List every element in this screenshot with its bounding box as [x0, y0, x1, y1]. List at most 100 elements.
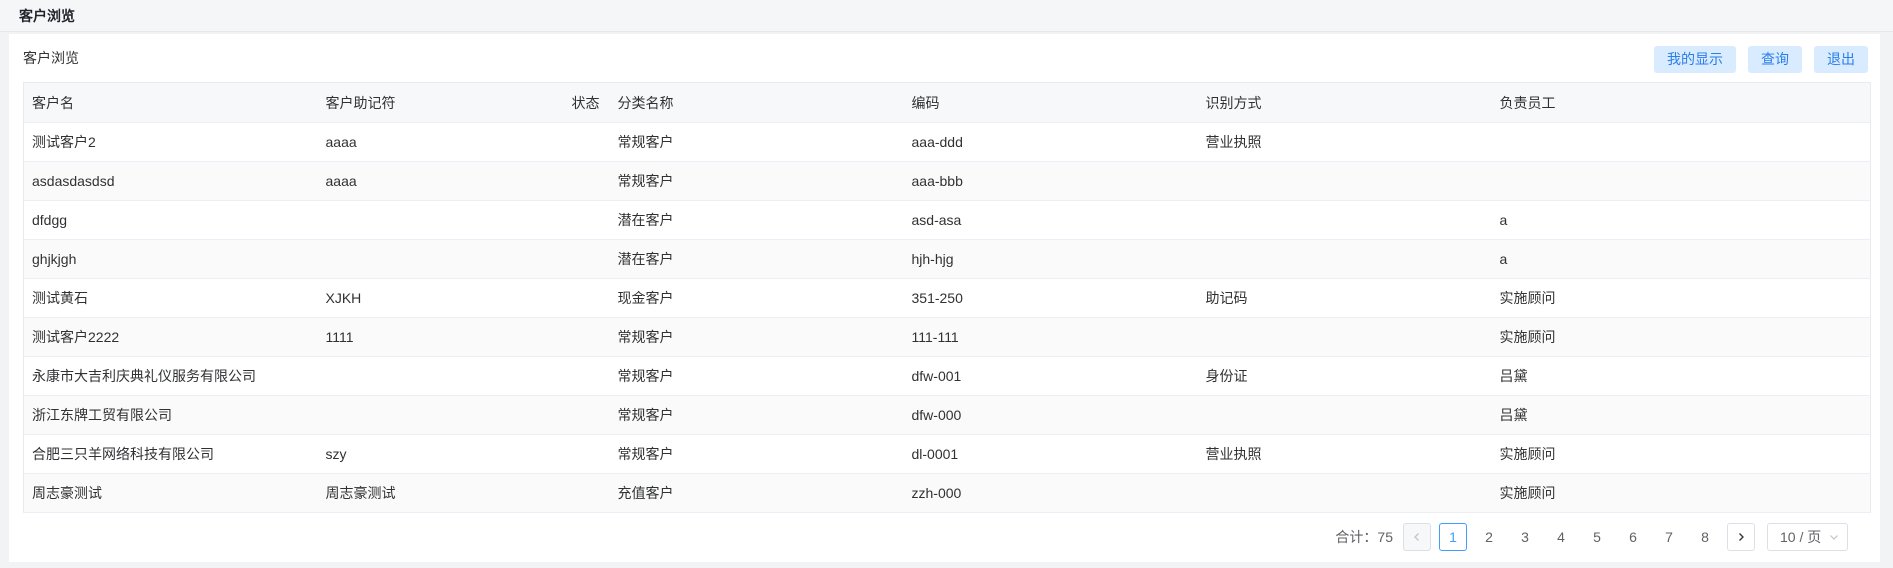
- cell-staff: 实施顾问: [1491, 317, 1871, 357]
- exit-button[interactable]: 退出: [1814, 46, 1868, 73]
- table-row[interactable]: ghjkjgh 潜在客户 hjh-hjg a: [23, 239, 1871, 279]
- query-button[interactable]: 查询: [1748, 46, 1802, 73]
- cell-status: [539, 473, 610, 513]
- cell-status: [539, 161, 610, 201]
- column-header-identification[interactable]: 识别方式: [1197, 82, 1492, 123]
- cell-identification: [1197, 200, 1492, 240]
- next-page-button[interactable]: [1727, 523, 1755, 551]
- page-2[interactable]: 2: [1475, 523, 1503, 551]
- cell-customer-name: 测试客户2: [23, 122, 318, 162]
- cell-customer-name: ghjkjgh: [23, 239, 318, 279]
- page-5[interactable]: 5: [1583, 523, 1611, 551]
- cell-mnemonic: XJKH: [317, 278, 540, 318]
- customer-browse-panel: 客户浏览 我的显示 查询 退出 客户名 客户助记符 状态 分类名称 编码 识别方…: [9, 34, 1880, 562]
- cell-category: 常规客户: [609, 122, 904, 162]
- cell-customer-name: 永康市大吉利庆典礼仪服务有限公司: [23, 356, 318, 396]
- table-row[interactable]: 测试客户2222 1111 常规客户 111-111 实施顾问: [23, 317, 1871, 357]
- cell-mnemonic: [317, 395, 540, 435]
- cell-category: 常规客户: [609, 356, 904, 396]
- cell-category: 充值客户: [609, 473, 904, 513]
- customer-table: 客户名 客户助记符 状态 分类名称 编码 识别方式 负责员工 测试客户2 aaa…: [23, 82, 1871, 513]
- cell-mnemonic: 1111: [317, 317, 540, 357]
- prev-page-button[interactable]: [1403, 523, 1431, 551]
- cell-staff: a: [1491, 200, 1871, 240]
- cell-status: [539, 434, 610, 474]
- cell-mnemonic: aaaa: [317, 161, 540, 201]
- table-row[interactable]: 测试黄石 XJKH 现金客户 351-250 助记码 实施顾问: [23, 278, 1871, 318]
- column-header-customer-name[interactable]: 客户名: [23, 82, 318, 123]
- cell-customer-name: 测试客户2222: [23, 317, 318, 357]
- cell-code: 111-111: [903, 317, 1198, 357]
- cell-customer-name: 测试黄石: [23, 278, 318, 318]
- cell-code: asd-asa: [903, 200, 1198, 240]
- cell-mnemonic: [317, 200, 540, 240]
- table-row[interactable]: dfdgg 潜在客户 asd-asa a: [23, 200, 1871, 240]
- cell-identification: [1197, 317, 1492, 357]
- column-header-code[interactable]: 编码: [903, 82, 1198, 123]
- table-row[interactable]: 永康市大吉利庆典礼仪服务有限公司 常规客户 dfw-001 身份证 吕黛: [23, 356, 1871, 396]
- cell-mnemonic: aaaa: [317, 122, 540, 162]
- cell-identification: 助记码: [1197, 278, 1492, 318]
- cell-identification: 身份证: [1197, 356, 1492, 396]
- page-header: 客户浏览: [0, 0, 1893, 32]
- total-value: 75: [1377, 529, 1393, 545]
- cell-customer-name: asdasdasdsd: [23, 161, 318, 201]
- column-header-mnemonic[interactable]: 客户助记符: [317, 82, 540, 123]
- cell-status: [539, 200, 610, 240]
- chevron-right-icon: [1739, 533, 1744, 541]
- cell-code: dfw-001: [903, 356, 1198, 396]
- my-display-button[interactable]: 我的显示: [1654, 46, 1736, 73]
- toolbar: 我的显示 查询 退出: [1654, 46, 1868, 73]
- page-7[interactable]: 7: [1655, 523, 1683, 551]
- cell-identification: [1197, 473, 1492, 513]
- table-row[interactable]: asdasdasdsd aaaa 常规客户 aaa-bbb: [23, 161, 1871, 201]
- cell-customer-name: 周志豪测试: [23, 473, 318, 513]
- cell-category: 现金客户: [609, 278, 904, 318]
- column-header-staff[interactable]: 负责员工: [1491, 82, 1871, 123]
- cell-staff: 吕黛: [1491, 395, 1871, 435]
- page-4[interactable]: 4: [1547, 523, 1575, 551]
- cell-staff: 吕黛: [1491, 356, 1871, 396]
- cell-category: 常规客户: [609, 395, 904, 435]
- cell-status: [539, 317, 610, 357]
- cell-status: [539, 122, 610, 162]
- page-size-select[interactable]: 10 / 页: [1767, 523, 1848, 551]
- cell-category: 潜在客户: [609, 239, 904, 279]
- column-header-status[interactable]: 状态: [539, 82, 610, 123]
- cell-customer-name: 合肥三只羊网络科技有限公司: [23, 434, 318, 474]
- cell-code: zzh-000: [903, 473, 1198, 513]
- cell-code: dl-0001: [903, 434, 1198, 474]
- table-row[interactable]: 合肥三只羊网络科技有限公司 szy 常规客户 dl-0001 营业执照 实施顾问: [23, 434, 1871, 474]
- cell-identification: [1197, 239, 1492, 279]
- table-row[interactable]: 测试客户2 aaaa 常规客户 aaa-ddd 营业执照: [23, 122, 1871, 162]
- cell-staff: 实施顾问: [1491, 473, 1871, 513]
- cell-code: aaa-bbb: [903, 161, 1198, 201]
- cell-status: [539, 356, 610, 396]
- table-row[interactable]: 周志豪测试 周志豪测试 充值客户 zzh-000 实施顾问: [23, 473, 1871, 513]
- panel-title: 客户浏览: [23, 50, 79, 66]
- table-row[interactable]: 浙江东牌工贸有限公司 常规客户 dfw-000 吕黛: [23, 395, 1871, 435]
- cell-status: [539, 395, 610, 435]
- cell-mnemonic: szy: [317, 434, 540, 474]
- cell-category: 潜在客户: [609, 200, 904, 240]
- total-label: 合计：: [1335, 529, 1378, 545]
- pagination: 合计：75 1 2 3 4 5 6 7 8 10 / 页: [1335, 523, 1848, 551]
- cell-staff: 实施顾问: [1491, 434, 1871, 474]
- cell-code: 351-250: [903, 278, 1198, 318]
- cell-staff: 实施顾问: [1491, 278, 1871, 318]
- page-title: 客户浏览: [19, 8, 75, 24]
- chevron-down-icon: [1830, 535, 1838, 540]
- cell-staff: [1491, 122, 1871, 162]
- cell-mnemonic: 周志豪测试: [317, 473, 540, 513]
- column-header-category[interactable]: 分类名称: [609, 82, 904, 123]
- page-3[interactable]: 3: [1511, 523, 1539, 551]
- cell-status: [539, 278, 610, 318]
- cell-code: hjh-hjg: [903, 239, 1198, 279]
- page-6[interactable]: 6: [1619, 523, 1647, 551]
- page-1[interactable]: 1: [1439, 523, 1467, 551]
- page-size-value: 10 / 页: [1780, 529, 1822, 545]
- cell-mnemonic: [317, 239, 540, 279]
- cell-status: [539, 239, 610, 279]
- cell-category: 常规客户: [609, 317, 904, 357]
- page-8[interactable]: 8: [1691, 523, 1719, 551]
